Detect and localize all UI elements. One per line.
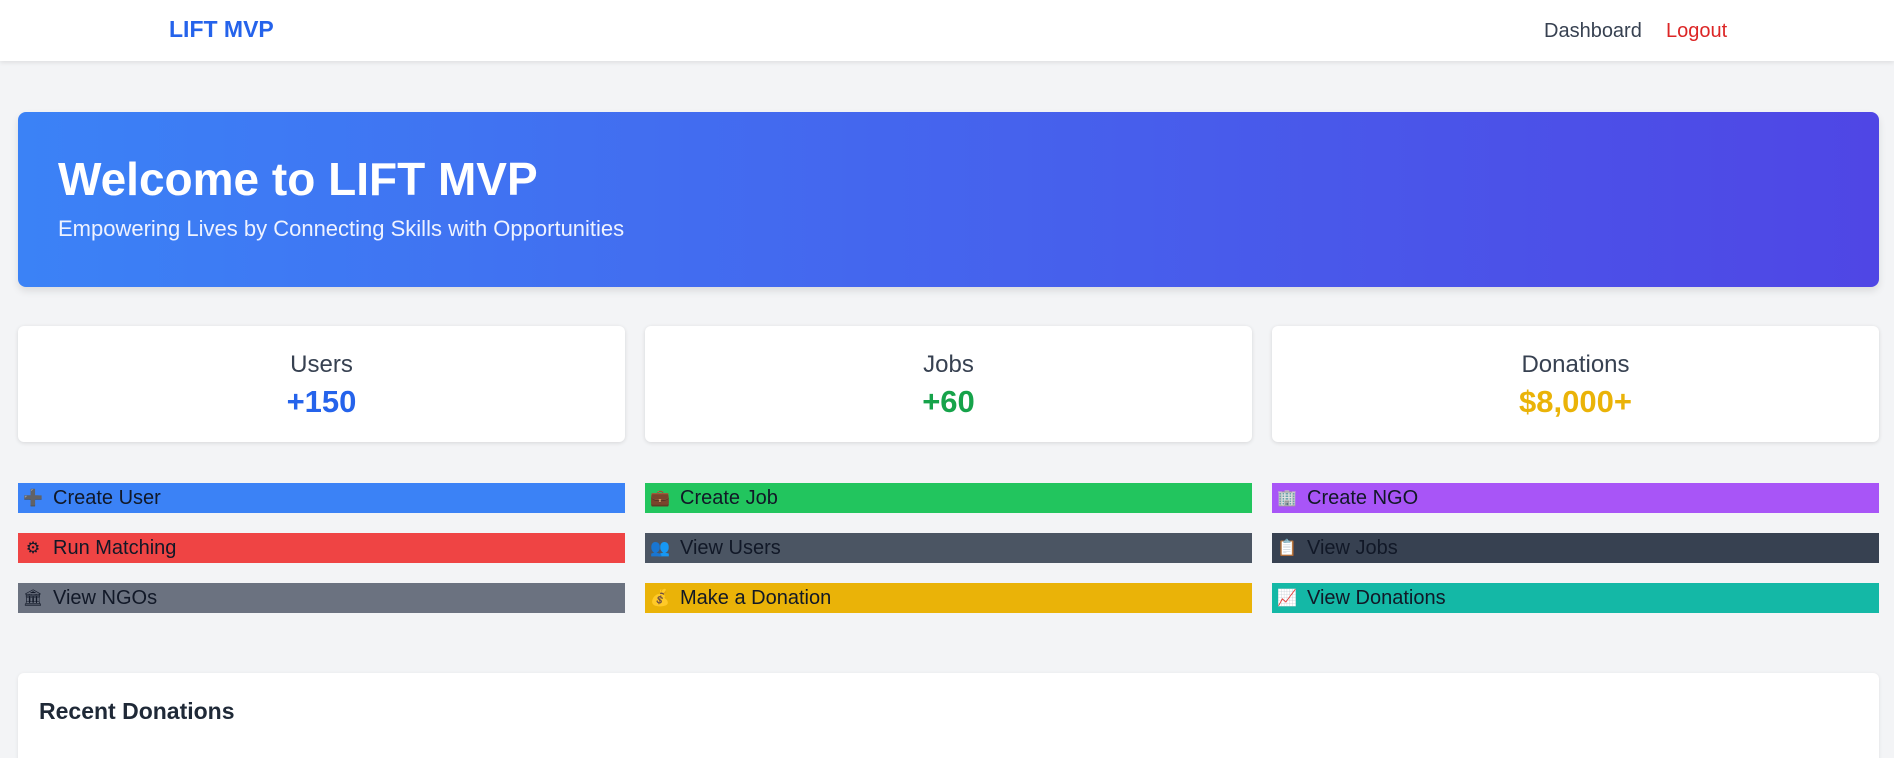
view-users-button[interactable]: 👥 View Users [645, 533, 1252, 563]
stat-value: +60 [922, 384, 975, 419]
chart-icon: 📈 [1277, 590, 1297, 607]
users-icon: 👥 [650, 540, 670, 557]
create-ngo-button[interactable]: 🏢 Create NGO [1272, 483, 1879, 513]
button-label: View Donations [1307, 586, 1446, 609]
stat-value: $8,000+ [1519, 384, 1632, 419]
view-jobs-button[interactable]: 📋 View Jobs [1272, 533, 1879, 563]
plus-icon: ➕ [23, 490, 43, 507]
button-label: Create User [53, 486, 161, 509]
button-label: View NGOs [53, 586, 158, 609]
page-subtitle: Empowering Lives by Connecting Skills wi… [58, 216, 625, 241]
stat-label: Users [290, 351, 353, 378]
clipboard-icon: 📋 [1277, 540, 1297, 557]
create-user-button[interactable]: ➕ Create User [18, 483, 625, 513]
recent-donations-panel: Recent Donations [18, 673, 1879, 758]
button-label: Create Job [680, 486, 778, 509]
building-icon: 🏢 [1277, 490, 1297, 507]
stat-value: +150 [286, 384, 357, 419]
money-bag-icon: 💰 [650, 590, 670, 607]
briefcase-icon: 💼 [650, 490, 670, 507]
button-label: View Users [680, 536, 781, 559]
bank-icon: 🏛 [22, 590, 44, 607]
welcome-banner: Welcome to LIFT MVP Empowering Lives by … [18, 112, 1879, 287]
button-label: Make a Donation [680, 586, 832, 609]
make-donation-button[interactable]: 💰 Make a Donation [645, 583, 1252, 613]
button-label: Run Matching [53, 536, 177, 559]
button-label: Create NGO [1307, 486, 1419, 509]
stat-label: Donations [1521, 351, 1630, 378]
stat-card-users: Users +150 [18, 326, 625, 442]
button-label: View Jobs [1307, 536, 1398, 559]
view-donations-button[interactable]: 📈 View Donations [1272, 583, 1879, 613]
gear-icon: ⚙ [25, 540, 41, 557]
nav-logout-link[interactable]: Logout [1666, 20, 1727, 43]
nav-dashboard-link[interactable]: Dashboard [1544, 20, 1642, 43]
create-job-button[interactable]: 💼 Create Job [645, 483, 1252, 513]
section-title: Recent Donations [39, 698, 235, 724]
run-matching-button[interactable]: ⚙ Run Matching [18, 533, 625, 563]
view-ngos-button[interactable]: 🏛 View NGOs [18, 583, 625, 613]
stat-card-jobs: Jobs +60 [645, 326, 1252, 442]
brand-logo[interactable]: LIFT MVP [169, 16, 274, 43]
page-title: Welcome to LIFT MVP [58, 153, 538, 205]
stat-card-donations: Donations $8,000+ [1272, 326, 1879, 442]
stat-label: Jobs [923, 351, 974, 378]
top-navbar: LIFT MVP Dashboard Logout [0, 0, 1894, 61]
